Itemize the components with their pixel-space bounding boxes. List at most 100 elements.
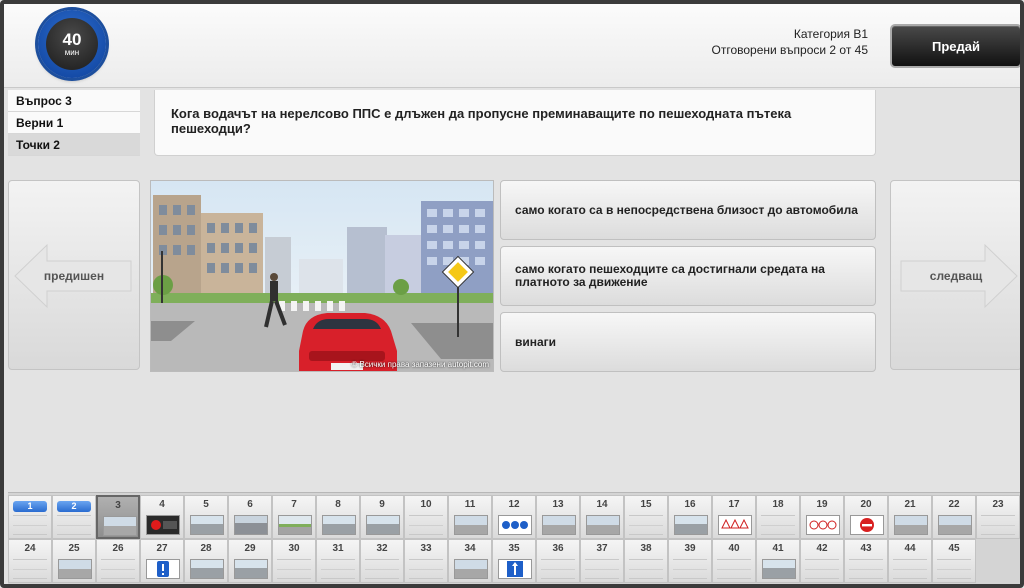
question-tile-16[interactable]: 16: [668, 495, 712, 539]
question-tile-2[interactable]: 2: [52, 495, 96, 539]
empty-thumbnail-icon: [409, 515, 443, 535]
question-tile-7[interactable]: 7: [272, 495, 316, 539]
question-tile-36[interactable]: 36: [536, 539, 580, 583]
empty-thumbnail-icon: [13, 515, 47, 535]
question-tile-number: 8: [335, 499, 341, 510]
empty-thumbnail-icon: [937, 559, 971, 579]
info-sign-icon: [146, 559, 180, 579]
question-tile-40[interactable]: 40: [712, 539, 756, 583]
question-tile-number: 24: [24, 543, 36, 554]
empty-thumbnail-icon: [585, 559, 619, 579]
question-tile-20[interactable]: 20: [844, 495, 888, 539]
question-tile-9[interactable]: 9: [360, 495, 404, 539]
question-tile-42[interactable]: 42: [800, 539, 844, 583]
question-tile-44[interactable]: 44: [888, 539, 932, 583]
question-tile-3[interactable]: 3: [96, 495, 140, 539]
question-info-panel: Въпрос 3 Верни 1 Точки 2: [8, 90, 140, 156]
question-tile-41[interactable]: 41: [756, 539, 800, 583]
answer-option-3[interactable]: винаги: [500, 312, 876, 372]
question-tile-27[interactable]: 27: [140, 539, 184, 583]
answer-option-2[interactable]: само когато пешеходците са достигнали ср…: [500, 246, 876, 306]
question-tile-number: 5: [203, 499, 209, 510]
road-car-icon: [234, 559, 268, 579]
empty-thumbnail-icon: [629, 559, 663, 579]
warning-signs-icon: [718, 515, 752, 535]
question-tile-29[interactable]: 29: [228, 539, 272, 583]
empty-thumbnail-icon: [541, 559, 575, 579]
question-tile-24[interactable]: 24: [8, 539, 52, 583]
answer-option-1[interactable]: само когато са в непосредствена близост …: [500, 180, 876, 240]
submit-button[interactable]: Предай: [890, 24, 1020, 68]
question-tile-number: 2: [57, 501, 91, 512]
question-tile-22[interactable]: 22: [932, 495, 976, 539]
empty-thumbnail-icon: [761, 515, 795, 535]
question-tile-number: 43: [860, 543, 872, 554]
question-tile-38[interactable]: 38: [624, 539, 668, 583]
question-tile-4[interactable]: 4: [140, 495, 184, 539]
road-icon: [278, 515, 312, 535]
question-tile-33[interactable]: 33: [404, 539, 448, 583]
question-tile-18[interactable]: 18: [756, 495, 800, 539]
empty-thumbnail-icon: [849, 559, 883, 579]
empty-thumbnail-icon: [893, 559, 927, 579]
street-scene-icon: [103, 516, 137, 536]
question-tile-12[interactable]: 12: [492, 495, 536, 539]
question-tile-10[interactable]: 10: [404, 495, 448, 539]
street-scene-icon: [454, 515, 488, 535]
timer-clock-icon: 40 мин: [46, 18, 98, 70]
question-number: Въпрос 3: [8, 90, 140, 112]
question-tile-number: 45: [948, 543, 960, 554]
next-button[interactable]: следващ: [890, 180, 1020, 370]
question-tile-number: 40: [728, 543, 740, 554]
question-tile-28[interactable]: 28: [184, 539, 228, 583]
previous-label: предишен: [43, 269, 105, 283]
question-tile-number: 14: [596, 499, 608, 510]
question-tile-number: 25: [68, 543, 80, 554]
timer-badge: 40 мин: [38, 10, 106, 78]
timer-unit: мин: [64, 48, 80, 57]
question-tile-number: 6: [247, 499, 253, 510]
question-tile-6[interactable]: 6: [228, 495, 272, 539]
question-tile-21[interactable]: 21: [888, 495, 932, 539]
question-tile-26[interactable]: 26: [96, 539, 140, 583]
question-tile-number: 27: [156, 543, 168, 554]
question-tile-11[interactable]: 11: [448, 495, 492, 539]
question-tile-number: 20: [860, 499, 872, 510]
question-tile-32[interactable]: 32: [360, 539, 404, 583]
question-tile-number: 16: [684, 499, 696, 510]
question-tile-45[interactable]: 45: [932, 539, 976, 583]
question-tile-number: 31: [332, 543, 344, 554]
question-tile-43[interactable]: 43: [844, 539, 888, 583]
street-scene-icon: [894, 515, 928, 535]
empty-thumbnail-icon: [981, 515, 1015, 535]
question-tile-37[interactable]: 37: [580, 539, 624, 583]
question-tile-5[interactable]: 5: [184, 495, 228, 539]
question-tile-8[interactable]: 8: [316, 495, 360, 539]
question-tile-31[interactable]: 31: [316, 539, 360, 583]
road-car-icon: [674, 515, 708, 535]
question-tile-19[interactable]: 19: [800, 495, 844, 539]
one-way-sign-icon: [498, 559, 532, 579]
question-tile-1[interactable]: 1: [8, 495, 52, 539]
question-tile-number: 32: [376, 543, 388, 554]
question-tile-34[interactable]: 34: [448, 539, 492, 583]
question-tile-25[interactable]: 25: [52, 539, 96, 583]
answered-progress: Отговорени въпроси 2 от 45: [711, 43, 869, 57]
previous-button[interactable]: предишен: [8, 180, 140, 370]
question-tile-30[interactable]: 30: [272, 539, 316, 583]
street-scene-icon: [586, 515, 620, 535]
question-tile-number: 4: [159, 499, 165, 510]
question-tile-15[interactable]: 15: [624, 495, 668, 539]
question-tile-number: 10: [420, 499, 432, 510]
empty-thumbnail-icon: [409, 559, 443, 579]
question-tile-23[interactable]: 23: [976, 495, 1020, 539]
question-tile-13[interactable]: 13: [536, 495, 580, 539]
question-tile-17[interactable]: 17: [712, 495, 756, 539]
question-tile-14[interactable]: 14: [580, 495, 624, 539]
question-tile-number: 17: [728, 499, 740, 510]
question-tile-39[interactable]: 39: [668, 539, 712, 583]
question-tile-number: 26: [112, 543, 124, 554]
question-tile-number: 15: [640, 499, 652, 510]
question-tile-35[interactable]: 35: [492, 539, 536, 583]
question-tile-number: 9: [379, 499, 385, 510]
